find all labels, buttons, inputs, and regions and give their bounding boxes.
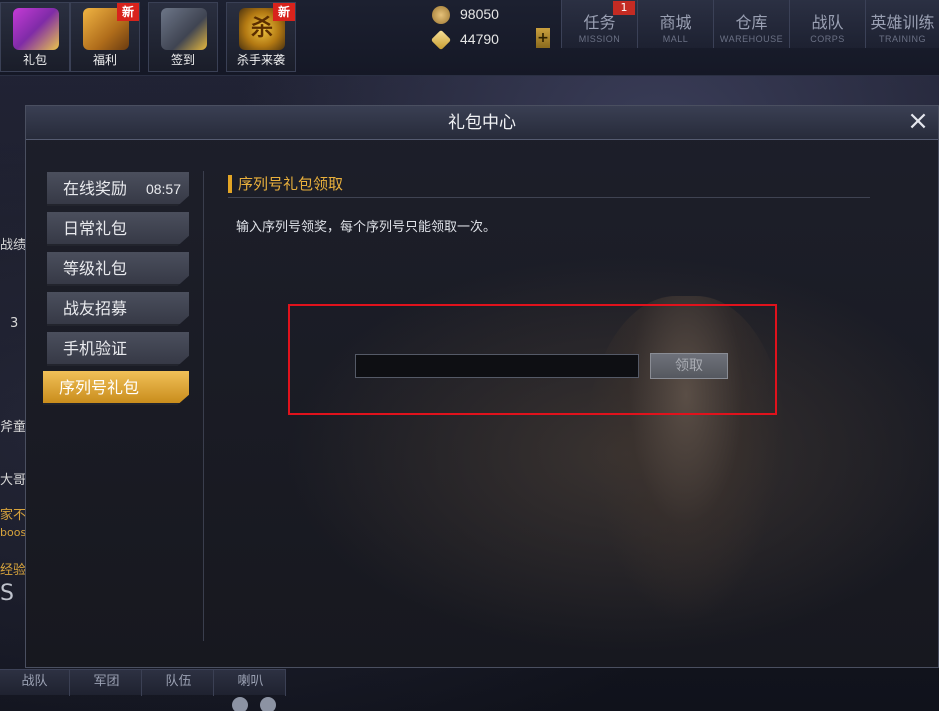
gift-box-icon: [13, 8, 59, 50]
section-accent-bar: [228, 175, 232, 193]
gift-center-modal: 礼包中心 × 在线奖励 08:57 日常礼包 等级礼包 战友招募 手机验证 序列…: [25, 105, 939, 668]
voice-icon[interactable]: [260, 697, 276, 711]
sidebar-divider: [203, 171, 204, 641]
nav-mall-button[interactable]: 商城 MALL: [637, 0, 713, 48]
menu-online-reward[interactable]: 在线奖励 08:57: [47, 172, 189, 206]
close-button[interactable]: ×: [906, 108, 930, 134]
sign-in-tile[interactable]: 签到: [148, 2, 218, 72]
nav-mall-sublabel: MALL: [662, 34, 689, 44]
welfare-tile[interactable]: 福利 新: [70, 2, 140, 72]
menu-item-label: 日常礼包: [63, 219, 128, 238]
sliver-text: 经验: [0, 563, 27, 578]
menu-item-label: 序列号礼包: [59, 378, 140, 397]
gift-tile-label: 礼包: [22, 53, 47, 67]
background-panel-sliver: 战绩 3 斧童 大哥 家不 boos 经验 S: [0, 76, 26, 666]
nav-training-button[interactable]: 英雄训练 TRAINING: [865, 0, 939, 48]
notification-badge: 1: [613, 1, 635, 15]
sign-in-tile-label: 签到: [170, 53, 195, 67]
menu-item-label: 手机验证: [63, 339, 128, 358]
tab-team[interactable]: 队伍: [144, 670, 214, 696]
nav-warehouse-sublabel: WAREHOUSE: [719, 34, 784, 44]
emoji-icon[interactable]: [232, 697, 248, 711]
gold-amount: 98050: [460, 6, 499, 22]
top-bar: 礼包 福利 新 签到 杀 杀手来袭 新 98050 44790 + 任务 MIS…: [0, 0, 939, 76]
nav-training-sublabel: TRAINING: [878, 34, 926, 44]
nav-warehouse-label: 仓库: [735, 13, 768, 32]
menu-item-label: 在线奖励: [63, 179, 128, 198]
new-badge: 新: [273, 3, 295, 21]
sliver-text: 斧童: [0, 420, 27, 435]
claim-button[interactable]: 领取: [650, 353, 728, 379]
tab-legion[interactable]: 军团: [72, 670, 142, 696]
sliver-text: 大哥: [0, 473, 27, 488]
modal-title: 礼包中心: [448, 113, 516, 133]
serial-code-input[interactable]: [355, 354, 639, 378]
diamond-amount: 44790: [460, 31, 499, 47]
section-title: 序列号礼包领取: [238, 175, 344, 193]
sliver-text: 家不: [0, 508, 27, 523]
nav-mission-sublabel: MISSION: [578, 34, 621, 44]
menu-daily-gift[interactable]: 日常礼包: [47, 212, 189, 246]
nav-corps-sublabel: CORPS: [810, 34, 845, 44]
menu-level-gift[interactable]: 等级礼包: [47, 252, 189, 286]
tab-speaker[interactable]: 喇叭: [216, 670, 286, 696]
modal-title-bar: 礼包中心 ×: [26, 106, 938, 140]
menu-friend-recruit[interactable]: 战友招募: [47, 292, 189, 326]
diamond-icon: [430, 29, 452, 51]
gift-tile[interactable]: 礼包: [0, 2, 70, 72]
countdown-timer: 08:57: [145, 181, 181, 197]
killer-event-tile-label: 杀手来袭: [236, 53, 285, 67]
nav-mission-button[interactable]: 任务 MISSION 1: [561, 0, 637, 48]
instruction-text: 输入序列号领奖，每个序列号只能领取一次。: [236, 220, 497, 235]
diamond-currency: 44790: [430, 29, 552, 51]
killer-event-tile[interactable]: 杀 杀手来袭 新: [226, 2, 296, 72]
checkbox-check-icon: [161, 8, 207, 50]
nav-training-label: 英雄训练: [870, 13, 935, 32]
nav-corps-button[interactable]: 战队 CORPS: [789, 0, 865, 48]
menu-serial-gift[interactable]: 序列号礼包: [43, 371, 189, 405]
sliver-text: 战绩: [0, 238, 27, 253]
menu-item-label: 等级礼包: [63, 259, 128, 278]
nav-mall-label: 商城: [659, 13, 692, 32]
sliver-text: boos: [0, 526, 27, 539]
sliver-text: S: [0, 581, 14, 606]
new-badge: 新: [117, 3, 139, 21]
menu-item-label: 战友招募: [63, 299, 128, 318]
nav-corps-label: 战队: [811, 13, 844, 32]
recharge-plus-button[interactable]: +: [536, 28, 550, 48]
chat-channel-tabs: 战队 军团 队伍 喇叭: [0, 669, 286, 696]
bottom-icon-row: [230, 697, 290, 711]
gold-currency: 98050: [432, 4, 552, 26]
gold-coin-icon: [432, 6, 450, 24]
sliver-text: 3: [10, 316, 19, 331]
nav-warehouse-button[interactable]: 仓库 WAREHOUSE: [713, 0, 789, 48]
welfare-tile-label: 福利: [92, 53, 117, 67]
section-header: 序列号礼包领取: [228, 173, 870, 198]
tab-corps[interactable]: 战队: [0, 670, 70, 696]
menu-phone-verify[interactable]: 手机验证: [47, 332, 189, 366]
